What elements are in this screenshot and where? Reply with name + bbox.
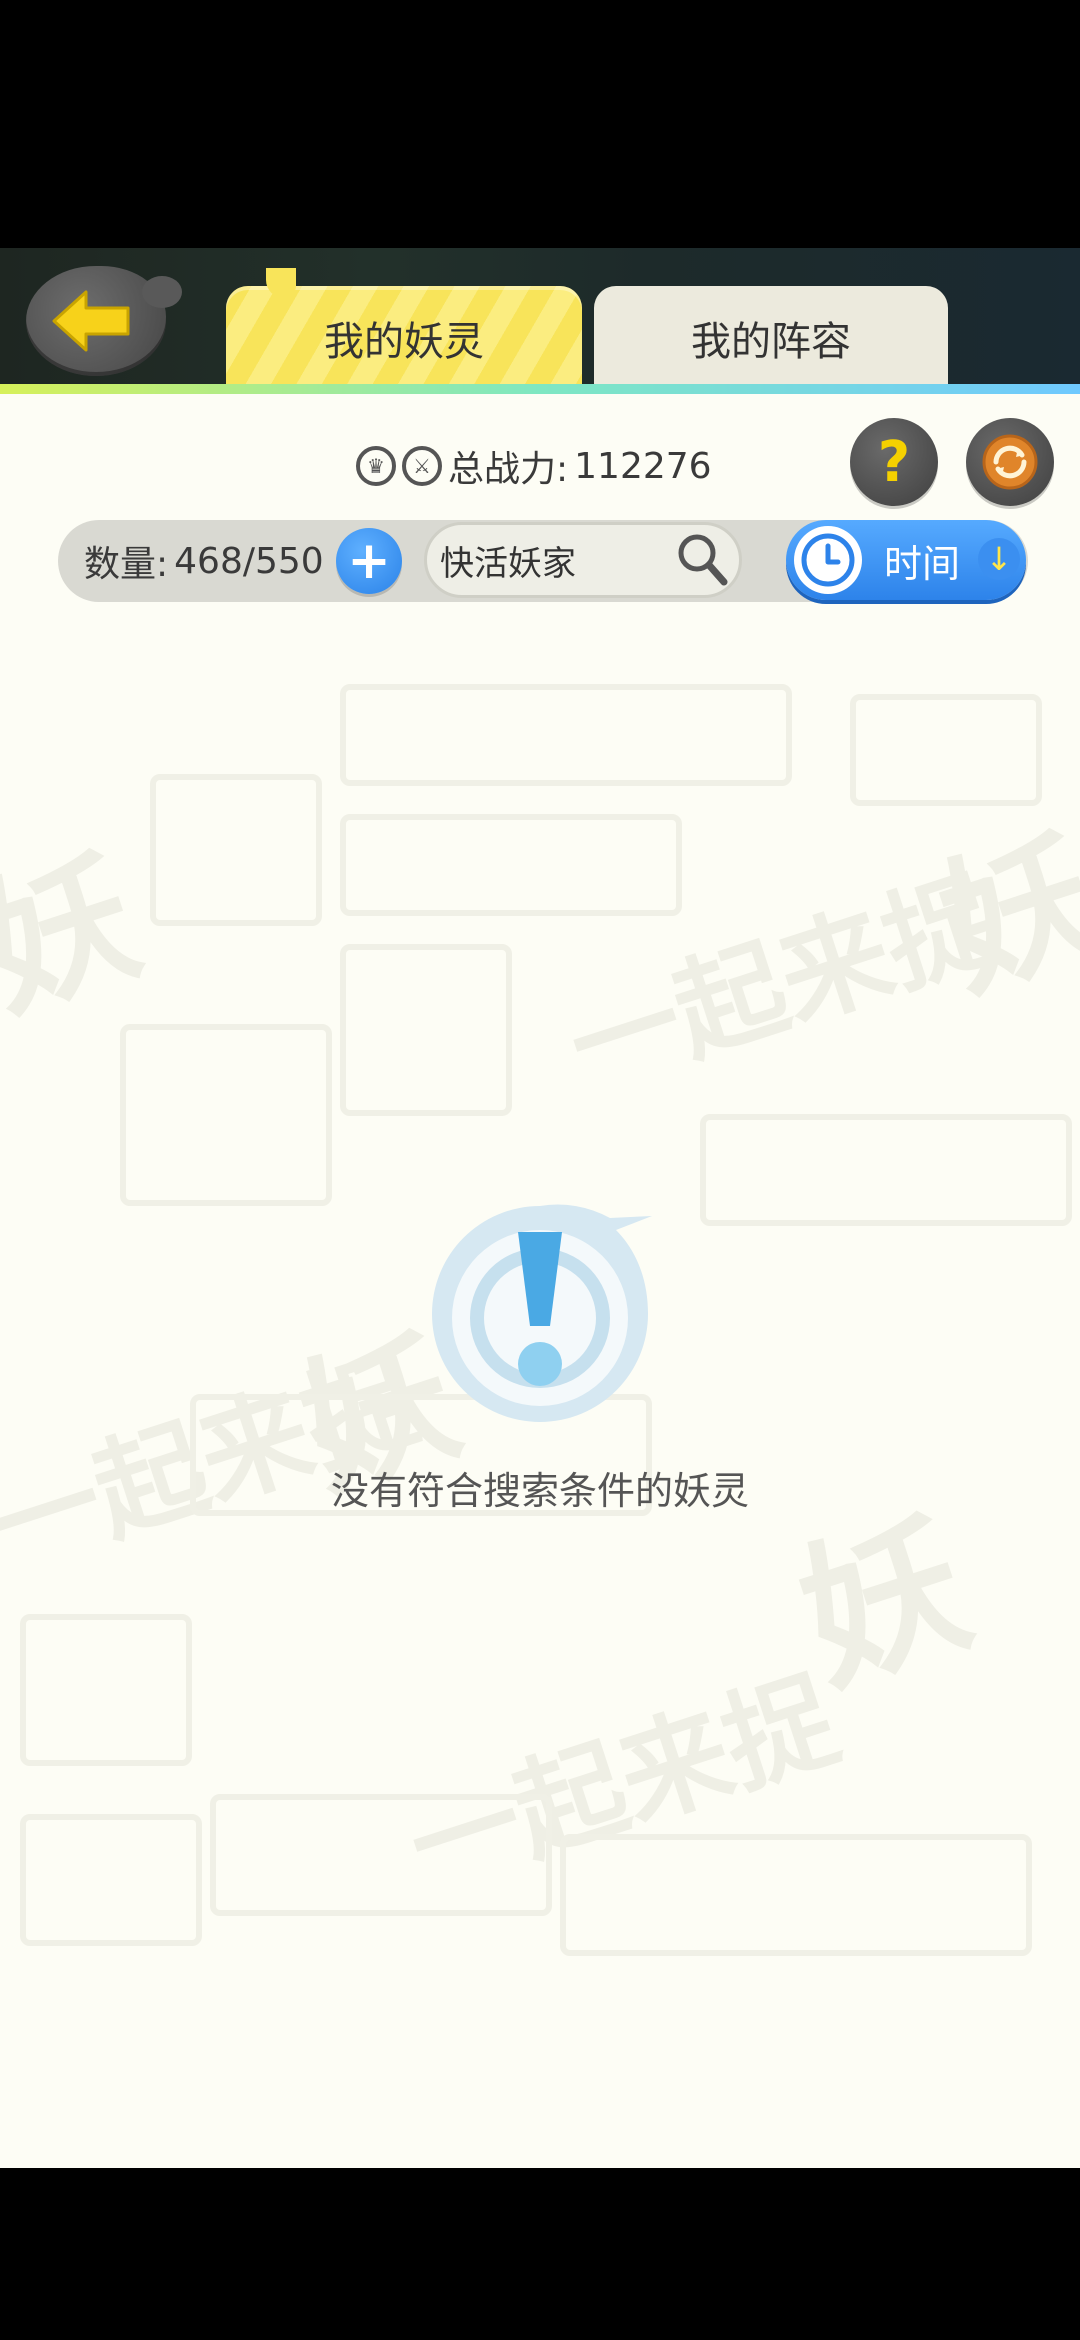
search-value: 快活妖家 (440, 543, 576, 584)
help-button[interactable]: ? (850, 418, 938, 506)
background-frame (20, 1614, 192, 1766)
tab-my-spirits-label: 我的妖灵 (324, 319, 484, 365)
background-watermark: 妖 (0, 829, 158, 1042)
question-icon: ? (877, 429, 911, 495)
background-watermark: 一起来捉 (0, 1334, 433, 1593)
plus-icon: + (347, 531, 391, 591)
background-frame (120, 1024, 332, 1206)
back-button[interactable] (26, 266, 182, 376)
total-power: ♛ ⚔ 总战力: 112276 (356, 434, 712, 498)
header-divider (0, 384, 1080, 394)
crown-icon: ♛ (356, 446, 396, 486)
arrow-left-icon (52, 290, 130, 352)
search-icon[interactable] (674, 530, 730, 590)
total-power-value: 112276 (574, 445, 712, 487)
tab-my-spirits[interactable]: 我的妖灵 (226, 268, 582, 390)
background-frame (340, 814, 682, 916)
count-label: 数量: (84, 544, 169, 585)
count-value: 468/550 (174, 540, 324, 582)
background-frame (700, 1114, 1072, 1226)
arrow-down-icon: ↓ (978, 538, 1020, 580)
status-bar-area (0, 0, 1080, 248)
background-frame (340, 684, 792, 786)
background-frame (560, 1834, 1032, 1956)
total-power-label: 总战力: (448, 449, 569, 490)
background-frame (850, 694, 1042, 806)
spirit-count: 数量: 468/550 (84, 530, 324, 592)
background-frame (340, 944, 512, 1116)
background-watermark: 一起来捉 (554, 854, 1013, 1113)
expand-capacity-button[interactable]: + (336, 528, 402, 594)
tab-my-lineup-label: 我的阵容 (691, 319, 851, 365)
background-frame (20, 1814, 202, 1946)
screen: 我的妖灵 我的阵容 妖 妖 一起来捉 妖 一起来捉 妖 一起来捉 ♛ ⚔ 总战力… (0, 0, 1080, 2340)
background-watermark: 妖 (920, 809, 1080, 1022)
tab-my-lineup[interactable]: 我的阵容 (594, 286, 948, 390)
navigation-bar-area (0, 2168, 1080, 2340)
clock-icon (794, 526, 862, 594)
background-frame (210, 1794, 552, 1916)
exclamation-icon (432, 1204, 652, 1422)
back-button-tail (142, 276, 182, 308)
empty-state-message: 没有符合搜索条件的妖灵 (330, 1469, 749, 1513)
sort-label: 时间 (884, 541, 961, 586)
sword-icon: ⚔ (402, 446, 442, 486)
refresh-icon (982, 434, 1038, 490)
background-frame (150, 774, 322, 926)
background-watermark: 一起来捉 (394, 1654, 853, 1913)
refresh-button[interactable] (966, 418, 1054, 506)
